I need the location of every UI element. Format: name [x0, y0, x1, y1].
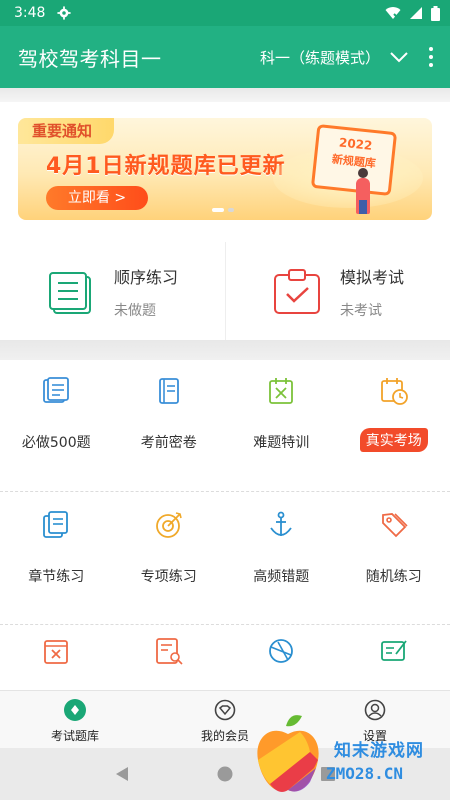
practice-name: 顺序练习	[114, 268, 179, 287]
card-x-icon	[44, 640, 69, 664]
search-questions-button[interactable]	[113, 636, 226, 666]
banner-cta-button[interactable]: 立即看 >	[46, 186, 148, 210]
feature-label: 章节练习	[28, 569, 85, 585]
document-list-icon	[49, 272, 91, 314]
pre-exam-paper-button[interactable]: 考前密卷	[113, 376, 226, 452]
banner-sign-illustration: 2022 新规题库	[310, 123, 398, 197]
mock-exam-card[interactable]: 模拟考试 未考试	[225, 242, 450, 342]
pager-dot-active	[212, 208, 224, 212]
app-bar: 驾校驾考科目一 科一（练题模式）	[0, 26, 450, 88]
pager-dot	[228, 208, 234, 212]
feature-label: 考前密卷	[140, 435, 197, 451]
divider	[0, 88, 450, 102]
row-divider	[0, 491, 450, 492]
row-divider	[0, 624, 450, 625]
notebook-icon	[158, 378, 179, 404]
random-practice-button[interactable]: 随机练习	[338, 510, 450, 586]
frequent-mistakes-button[interactable]: 高频错题	[225, 510, 338, 586]
home-icon[interactable]	[217, 766, 233, 782]
battery-icon	[431, 5, 440, 21]
banner-person-illustration	[356, 168, 370, 214]
banner-tag: 重要通知	[18, 118, 115, 144]
wrong-questions-button[interactable]	[0, 636, 113, 666]
chapter-practice-button[interactable]: 章节练习	[0, 510, 113, 586]
feature-label-hot: 真实考场	[359, 428, 428, 452]
document-stack-icon	[43, 377, 70, 403]
feature-row	[0, 636, 450, 666]
status-bar: 3:48	[0, 0, 450, 26]
exam-bank-icon	[64, 699, 86, 721]
sequential-practice-card[interactable]: 顺序练习 未做题	[0, 242, 225, 342]
divider	[0, 340, 450, 360]
banner-headline: 4月1日新规题库已更新	[46, 154, 286, 179]
watermark-url: ZMO28.CN	[326, 764, 404, 783]
practice-status: 未考试	[340, 303, 382, 319]
chevron-down-icon	[390, 52, 408, 63]
notice-banner[interactable]: 重要通知 4月1日新规题库已更新 立即看 > 2022 新规题库	[18, 118, 432, 220]
feature-grid: 必做500题 考前密卷 难题特训 真实考场 章节练习 专项练习 高频错题 随机练…	[0, 360, 450, 690]
settings-gear-icon	[57, 6, 72, 20]
practice-modes: 顺序练习 未做题 模拟考试 未考试	[0, 242, 450, 342]
feature-row: 章节练习 专项练习 高频错题 随机练习	[0, 510, 450, 586]
must-do-500-button[interactable]: 必做500题	[0, 376, 113, 452]
more-menu-icon[interactable]	[424, 45, 438, 69]
feature-label: 随机练习	[365, 569, 422, 585]
watermark: 知末游戏网 ZMO28.CN	[248, 712, 448, 798]
wifi-icon	[385, 7, 401, 20]
feature-row: 必做500题 考前密卷 难题特训 真实考场	[0, 376, 450, 452]
document-copy-icon	[43, 511, 69, 538]
apple-logo-icon	[257, 715, 319, 792]
tab-label: 我的会员	[200, 729, 249, 743]
practice-status: 未做题	[114, 303, 156, 319]
member-icon	[214, 699, 236, 721]
feature-label: 必做500题	[21, 435, 91, 451]
target-icon	[155, 512, 182, 538]
topic-practice-button[interactable]: 专项练习	[113, 510, 226, 586]
tags-icon	[381, 513, 408, 538]
edit-card-icon	[380, 640, 407, 661]
anchor-icon	[270, 511, 292, 536]
document-search-icon	[155, 638, 183, 665]
feature-label: 专项练习	[140, 569, 197, 585]
mode-selector[interactable]: 科一（练题模式）	[260, 47, 408, 68]
feature-label: 高频错题	[253, 569, 310, 585]
tab-exam-bank[interactable]: 考试题库	[0, 691, 150, 748]
signal-icon	[410, 7, 422, 19]
road-signs-button[interactable]	[225, 636, 338, 666]
calendar-check-icon	[274, 269, 320, 314]
notes-button[interactable]	[338, 636, 450, 666]
feature-label: 难题特训	[253, 435, 310, 451]
calendar-clock-icon	[380, 378, 408, 405]
hard-training-button[interactable]: 难题特训	[225, 376, 338, 452]
mode-label: 科一（练题模式）	[259, 48, 380, 67]
practice-name: 模拟考试	[340, 268, 405, 287]
tab-label: 考试题库	[50, 729, 99, 743]
back-icon[interactable]	[114, 766, 130, 782]
banner-pager	[212, 208, 234, 212]
status-time: 3:48	[14, 5, 46, 21]
compass-icon	[269, 639, 294, 663]
top-section: 重要通知 4月1日新规题库已更新 立即看 > 2022 新规题库 顺序练习 未做…	[0, 102, 450, 342]
app-title: 驾校驾考科目一	[18, 46, 162, 71]
real-exam-button[interactable]: 真实考场	[338, 376, 450, 452]
watermark-title: 知末游戏网	[334, 741, 424, 761]
calendar-x-icon	[269, 378, 294, 404]
